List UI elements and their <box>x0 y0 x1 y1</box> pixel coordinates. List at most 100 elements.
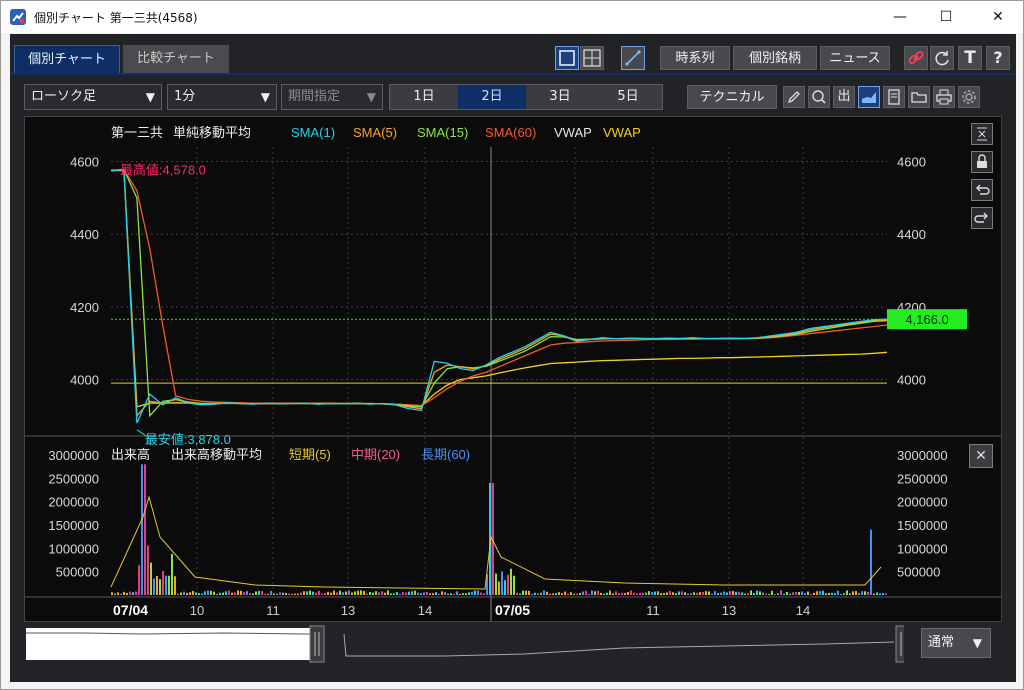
refresh-button[interactable] <box>930 46 954 70</box>
maximize-icon: ☐ <box>939 9 953 25</box>
grid-layout-button[interactable] <box>580 46 604 70</box>
chart-type-select[interactable]: ローソク足 ▼ <box>24 84 162 110</box>
volume-bar <box>843 592 845 595</box>
volume-bar <box>315 592 317 595</box>
chart-area[interactable]: 4600 4600 4400 4400 4200 4200 4000 4000 4,166.0 最… <box>24 116 1002 622</box>
volume-bar <box>612 593 614 595</box>
technical-button[interactable]: テクニカル <box>687 85 777 109</box>
volume-bar <box>429 593 431 595</box>
left-scroll-handle[interactable] <box>309 625 325 663</box>
volume-bar <box>423 592 425 595</box>
interval-select[interactable]: 1分 ▼ <box>167 84 277 110</box>
period-select[interactable]: 期間指定 ▼ <box>281 84 383 110</box>
day-button-2[interactable]: 2日 <box>458 85 526 109</box>
volume-axis-tick-left: 2500000 <box>48 471 99 486</box>
volume-bar <box>837 590 839 595</box>
volume-bar <box>186 592 188 595</box>
undo-button[interactable] <box>971 179 993 201</box>
maximize-button[interactable]: ☐ <box>923 1 969 33</box>
volume-bar <box>204 591 206 595</box>
close-volume-panel-button[interactable]: ✕ <box>969 444 993 468</box>
day-button-5[interactable]: 5日 <box>594 85 662 109</box>
volume-bar <box>198 593 200 595</box>
volume-bar <box>852 591 854 595</box>
volume-bar <box>243 592 245 595</box>
volume-bar <box>336 592 338 595</box>
main-frame: 個別チャート 比較チャート 時系列 個別銘柄 ニュース T ? ローソク足 ▼ 1… <box>10 34 1016 682</box>
minimize-button[interactable]: — <box>877 1 923 33</box>
volume-bar <box>780 590 782 595</box>
overview-scrollbar[interactable] <box>24 624 1002 664</box>
fit-button[interactable] <box>971 123 993 145</box>
pen-button[interactable] <box>783 86 805 108</box>
volume-indicator-label: 出来高移動平均 <box>171 447 262 462</box>
link-icon <box>908 51 924 64</box>
folder-button[interactable] <box>908 86 930 108</box>
x-axis-day2: 07/05 <box>495 602 530 618</box>
area-chart-button[interactable] <box>858 86 880 108</box>
volume-bar <box>606 592 608 595</box>
volume-bar <box>765 593 767 595</box>
redo-button[interactable] <box>971 207 993 229</box>
chevron-down-icon: ▼ <box>145 90 155 104</box>
single-layout-button[interactable] <box>555 46 579 70</box>
link-button[interactable] <box>904 46 928 70</box>
draw-line-button[interactable] <box>621 46 645 70</box>
stock-detail-button[interactable]: 個別銘柄 <box>733 46 817 70</box>
volume-bar <box>885 593 887 595</box>
volume-bar <box>570 592 572 595</box>
volume-bar <box>171 553 173 595</box>
volume-bar <box>402 592 404 595</box>
volume-axis-tick-right: 1000000 <box>897 541 948 556</box>
memo-button[interactable] <box>883 86 905 108</box>
day-button-3[interactable]: 3日 <box>526 85 594 109</box>
volume-bar <box>630 590 632 595</box>
output-button[interactable]: 出 <box>833 86 855 108</box>
volume-bar <box>435 592 437 595</box>
zoom-button[interactable] <box>808 86 830 108</box>
lock-icon <box>977 154 987 168</box>
volume-bar <box>129 591 131 595</box>
volume-axis-tick-left: 2000000 <box>48 495 99 510</box>
app-window: 個別チャート 第一三共(4568) — ☐ ✕ 個別チャート 比較チャート 時系… <box>0 0 1024 690</box>
volume-bar <box>330 592 332 595</box>
volume-bar <box>513 575 515 595</box>
text-tool-button[interactable]: T <box>958 46 982 70</box>
volume-bar <box>420 593 422 595</box>
help-button[interactable]: ? <box>986 46 1010 70</box>
lock-button[interactable] <box>971 151 993 173</box>
close-button[interactable]: ✕ <box>975 1 1021 33</box>
volume-bar <box>708 591 710 595</box>
tab-compare-chart[interactable]: 比較チャート <box>123 45 229 73</box>
volume-bar <box>777 593 779 595</box>
volume-bar <box>552 593 554 595</box>
volume-bar <box>240 590 242 595</box>
volume-axis-tick-right: 500000 <box>897 565 940 580</box>
chart-svg[interactable]: 4600 46004400 44004200 42004000 40004,166.0最… <box>25 117 1001 621</box>
volume-bar <box>384 592 386 595</box>
volume-bar <box>264 593 266 595</box>
volume-bar <box>603 593 605 595</box>
volume-bar <box>405 592 407 595</box>
day-button-1[interactable]: 1日 <box>390 85 458 109</box>
right-scroll-handle[interactable] <box>895 625 911 663</box>
legend-item: VWAP <box>554 125 592 140</box>
stock-name-label: 第一三共 <box>111 125 163 140</box>
volume-bar <box>117 592 119 595</box>
interval-value: 1分 <box>174 89 196 104</box>
volume-bar <box>174 576 176 595</box>
tab-individual-chart[interactable]: 個別チャート <box>14 45 120 73</box>
volume-bar <box>834 593 836 595</box>
volume-bar <box>864 591 866 595</box>
timeseries-button[interactable]: 時系列 <box>660 46 730 70</box>
news-button[interactable]: ニュース <box>820 46 890 70</box>
settings-button[interactable] <box>958 86 980 108</box>
volume-bar <box>339 590 341 595</box>
volume-bar <box>228 590 230 595</box>
volume-bar <box>876 592 878 595</box>
sma60-line <box>110 168 888 407</box>
scale-mode-select[interactable]: 通常 ▼ <box>921 628 991 658</box>
volume-bar <box>378 592 380 595</box>
print-button[interactable] <box>933 86 955 108</box>
volume-bar <box>123 591 125 595</box>
